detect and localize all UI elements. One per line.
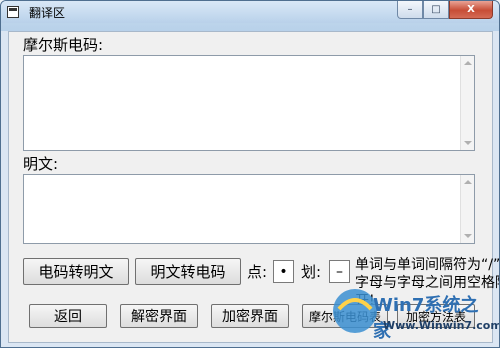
morse-to-plain-button[interactable]: 电码转明文 [23, 258, 129, 285]
main-window: 翻译区 – □ X 摩尔斯电码: 明文: 电码转明文 明文转电码 点: • 划:… [0, 0, 500, 348]
plain-textarea[interactable] [23, 174, 475, 244]
morse-label: 摩尔斯电码: [23, 36, 104, 54]
plain-label: 明文: [23, 155, 59, 173]
caption-buttons: – □ X [397, 1, 493, 21]
watermark-url: Www.Winwin7.com [383, 319, 500, 332]
plain-to-morse-button[interactable]: 明文转电码 [135, 258, 241, 285]
encrypt-ui-button[interactable]: 加密界面 [211, 304, 289, 328]
dot-label: 点: [247, 263, 268, 281]
dot-input[interactable]: • [273, 260, 294, 283]
decrypt-ui-button[interactable]: 解密界面 [120, 304, 198, 328]
plain-scrollbar[interactable] [460, 175, 474, 243]
title-bar[interactable]: 翻译区 – □ X [1, 1, 499, 23]
scroll-down-icon[interactable] [464, 234, 472, 238]
watermark-brand: Win7系统之家 [373, 295, 479, 342]
scroll-up-icon[interactable] [464, 61, 472, 65]
morse-scrollbar[interactable] [460, 56, 474, 150]
morse-textarea[interactable] [23, 55, 475, 151]
dash-label: 划: [301, 263, 322, 281]
app-window-icon [7, 6, 19, 18]
scroll-down-icon[interactable] [464, 141, 472, 145]
maximize-button[interactable]: □ [423, 1, 449, 19]
window-title: 翻译区 [29, 6, 66, 20]
minimize-button[interactable]: – [397, 1, 423, 19]
back-button[interactable]: 返回 [29, 304, 107, 328]
close-button[interactable]: X [449, 1, 493, 19]
watermark-logo: Win7系统之家 Www.Winwin7.com [325, 275, 499, 345]
scroll-up-icon[interactable] [464, 180, 472, 184]
